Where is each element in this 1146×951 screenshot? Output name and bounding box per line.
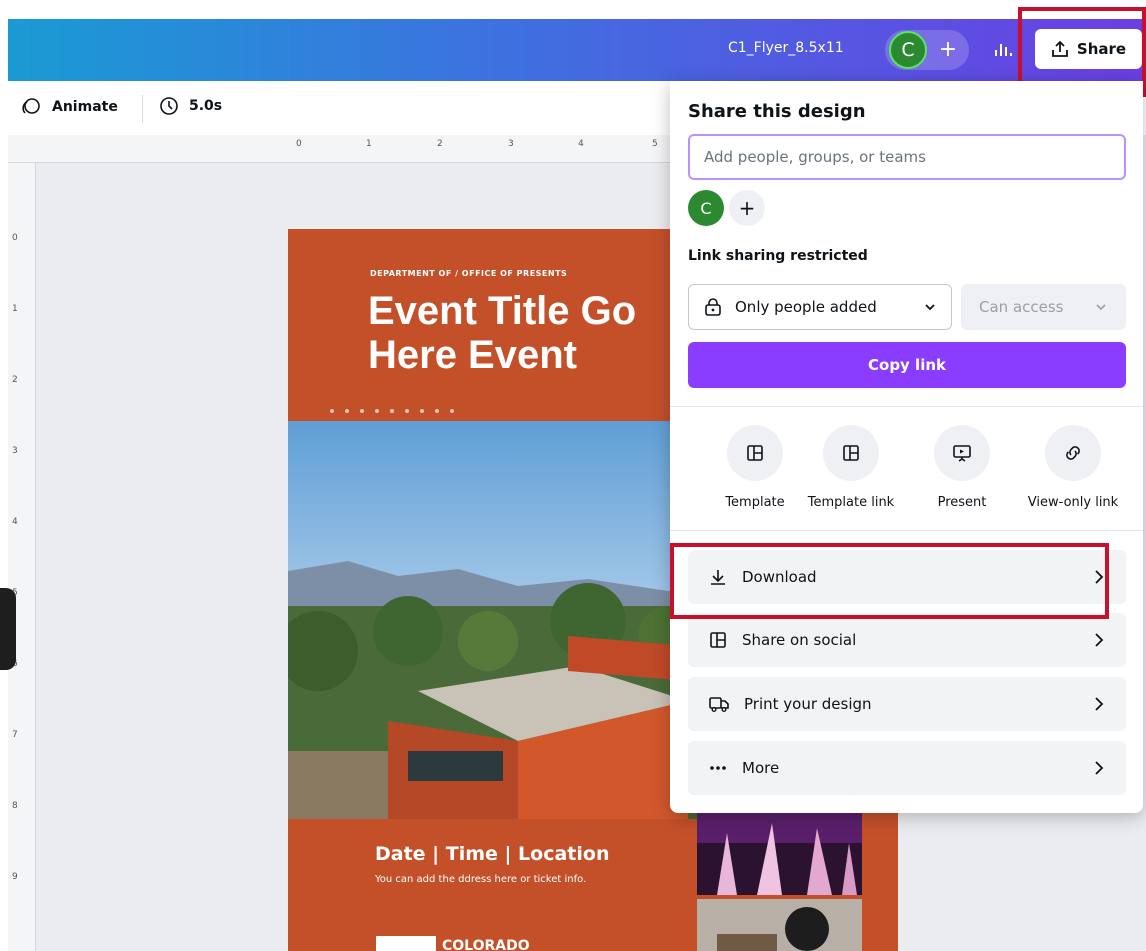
performer-photo xyxy=(697,899,862,951)
chevron-right-icon xyxy=(1095,633,1104,647)
insights-icon[interactable] xyxy=(988,34,1018,64)
add-person-button[interactable]: + xyxy=(729,190,765,226)
chevron-down-icon xyxy=(925,304,935,311)
lock-icon xyxy=(705,298,721,316)
more-button[interactable]: More xyxy=(688,741,1126,795)
user-avatar[interactable]: C xyxy=(889,31,927,69)
present-label: Present xyxy=(937,495,987,510)
ruler-mark: 2 xyxy=(437,139,443,149)
animate-icon xyxy=(22,98,40,114)
permission-value: Can access xyxy=(979,298,1064,316)
access-dropdown[interactable]: Only people added xyxy=(688,284,952,330)
campus-photo xyxy=(288,421,698,819)
more-label: More xyxy=(742,759,780,777)
side-panel-handle[interactable] xyxy=(0,588,16,670)
animate-label: Animate xyxy=(52,99,118,115)
template-link-label: Template link xyxy=(807,495,895,510)
share-social-icon xyxy=(710,632,726,648)
top-bar xyxy=(8,19,1146,81)
more-icon xyxy=(710,766,726,770)
add-collaborator-button[interactable]: + xyxy=(933,34,963,64)
ruler-mark: 4 xyxy=(12,517,18,527)
top-ruler: 0 1 2 3 4 5 xyxy=(8,135,708,163)
share-on-social-label: Share on social xyxy=(742,631,857,649)
template-link-action[interactable]: Template link xyxy=(796,425,906,510)
flyer-logo-mark xyxy=(376,936,436,951)
ruler-mark: 0 xyxy=(296,139,302,149)
ruler-mark: 1 xyxy=(366,139,372,149)
ruler-mark: 1 xyxy=(12,304,18,314)
print-truck-icon xyxy=(709,697,729,712)
chevron-right-icon xyxy=(1095,761,1104,775)
panel-divider xyxy=(670,530,1143,531)
toolbar-divider xyxy=(142,95,143,123)
link-sharing-label: Link sharing restricted xyxy=(688,248,868,264)
clock-icon xyxy=(160,97,178,115)
copy-link-button[interactable]: Copy link xyxy=(688,342,1126,388)
ruler-mark: 2 xyxy=(12,375,18,385)
present-icon xyxy=(934,425,990,481)
template-icon xyxy=(727,425,783,481)
permission-dropdown[interactable]: Can access xyxy=(961,284,1126,330)
animate-button[interactable]: Animate xyxy=(20,96,118,118)
ruler-mark: 7 xyxy=(12,730,18,740)
document-title[interactable]: C1_Flyer_8.5x11 xyxy=(728,40,844,56)
chevron-down-icon xyxy=(1096,304,1106,311)
flyer-logo-text: COLORADO xyxy=(442,938,530,951)
ruler-mark: 5 xyxy=(652,139,658,149)
panel-divider xyxy=(670,406,1143,407)
access-value: Only people added xyxy=(735,298,877,316)
duration-label: 5.0s xyxy=(189,98,223,114)
link-icon xyxy=(1045,425,1101,481)
app-root: C1_Flyer_8.5x11 C + Share Animate 5.0s 0… xyxy=(0,0,1146,951)
chevron-right-icon xyxy=(1095,697,1104,711)
left-ruler: 0 1 2 3 4 5 6 7 8 9 xyxy=(8,163,36,951)
view-only-link-action[interactable]: View-only link xyxy=(1018,425,1128,510)
ruler-mark: 4 xyxy=(578,139,584,149)
flyer-address: You can add the ddress here or ticket in… xyxy=(375,874,587,885)
share-panel-title: Share this design xyxy=(688,101,866,122)
print-design-label: Print your design xyxy=(744,695,872,713)
ruler-mark: 0 xyxy=(12,233,18,243)
decorative-dots xyxy=(330,409,454,413)
print-design-button[interactable]: Print your design xyxy=(688,677,1126,731)
template-label: Template xyxy=(725,495,785,510)
download-annotation-box xyxy=(670,543,1109,619)
ruler-mark: 9 xyxy=(12,872,18,882)
duration-button[interactable]: 5.0s xyxy=(159,96,222,116)
flyer-department: DEPARTMENT OF / OFFICE OF PRESENTS xyxy=(370,269,568,278)
template-action[interactable]: Template xyxy=(700,425,810,510)
present-action[interactable]: Present xyxy=(907,425,1017,510)
view-only-link-label: View-only link xyxy=(1027,495,1119,510)
flyer-date-time-location: Date | Time | Location xyxy=(375,843,610,865)
template-link-icon xyxy=(823,425,879,481)
dancers-photo xyxy=(697,813,862,895)
add-people-input[interactable] xyxy=(688,134,1126,180)
share-on-social-button[interactable]: Share on social xyxy=(688,613,1126,667)
ruler-mark: 8 xyxy=(12,801,18,811)
ruler-mark: 3 xyxy=(12,446,18,456)
ruler-mark: 3 xyxy=(508,139,514,149)
collaborator-avatar[interactable]: C xyxy=(688,190,724,226)
